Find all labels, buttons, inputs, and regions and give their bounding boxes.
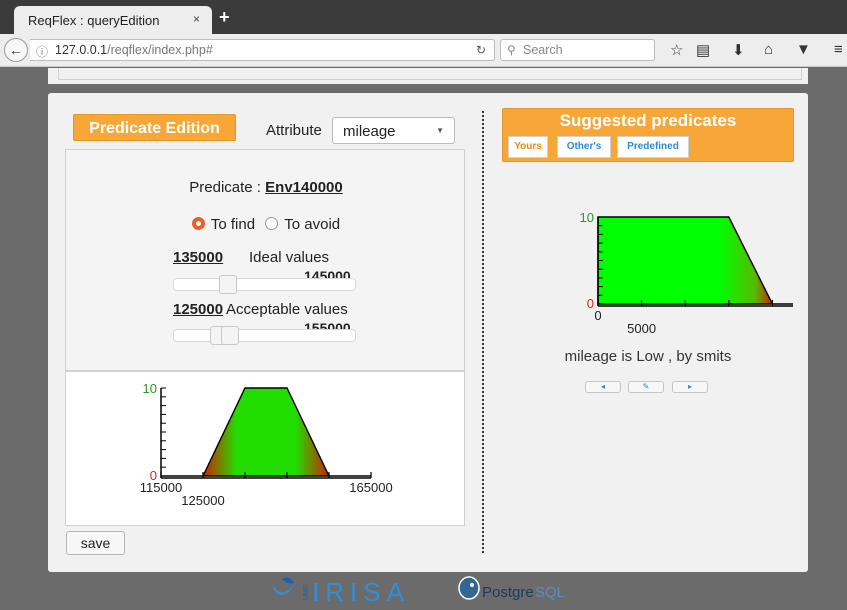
attribute-select[interactable]: mileage ▼ (332, 117, 455, 144)
tab-predefined[interactable]: Predefined (617, 136, 689, 158)
y-tick-label: 0 (587, 296, 594, 311)
back-arrow-icon[interactable]: ← (4, 38, 28, 62)
url-text: 127.0.0.1/reqflex/index.php# (55, 43, 213, 57)
bookmark-star-icon[interactable]: ☆ (670, 41, 683, 59)
chevron-down-icon: ▼ (436, 126, 444, 135)
umr-label: UMR (303, 584, 310, 600)
reading-list-icon[interactable]: ▤ (696, 41, 710, 59)
reload-icon[interactable]: ↻ (476, 43, 486, 57)
close-tab-icon[interactable]: × (193, 12, 200, 26)
postgres-label-a: Postgre (482, 584, 534, 601)
postgres-label-b: SQL (535, 584, 565, 601)
predicate-edition-title: Predicate Edition (73, 114, 236, 141)
to-find-label: To find (210, 216, 256, 233)
y-tick-label: 10 (143, 381, 157, 396)
predicate-chart-box: 10 0 115000 125000 165000 (65, 371, 465, 526)
attribute-label: Attribute (266, 122, 322, 139)
predicate-editor-box: Predicate : Env140000 To find To avoid 1… (65, 149, 465, 371)
menu-icon[interactable]: ≡ (834, 41, 843, 58)
search-icon: ⚲ (507, 43, 516, 57)
navigation-toolbar: ← ⓘ 127.0.0.1/reqflex/index.php# ↻ ⚲ Sea… (0, 34, 847, 67)
tab-others[interactable]: Other's (557, 136, 611, 158)
pocket-icon[interactable]: ▼ (796, 41, 811, 58)
ideal-values-label: Ideal values (249, 249, 330, 266)
predicate-membership-chart: 100115000125000165000 (140, 381, 393, 508)
predicate-name[interactable]: Env140000 (265, 179, 343, 196)
x-tick-label: 5000 (627, 321, 656, 336)
acceptable-low-value[interactable]: 125000 (173, 301, 223, 318)
predicate-label: Predicate : (189, 179, 261, 196)
find-avoid-options: To find To avoid (66, 216, 466, 233)
search-input[interactable]: ⚲ Search (500, 39, 655, 61)
ideal-low-value[interactable]: 135000 (173, 249, 223, 266)
predicate-line: Predicate : Env140000 (66, 179, 466, 196)
irisa-label: IRISA (312, 577, 408, 607)
to-avoid-label: To avoid (284, 216, 341, 233)
to-avoid-radio[interactable] (265, 217, 279, 230)
url-bar[interactable]: ⓘ 127.0.0.1/reqflex/index.php# ↻ (30, 39, 495, 61)
to-find-radio[interactable] (191, 217, 205, 230)
tab-yours[interactable]: Yours (508, 136, 548, 158)
membership-area (161, 387, 371, 477)
search-placeholder: Search (523, 43, 563, 57)
tab-title: ReqFlex : queryEdition (28, 13, 160, 28)
suggested-predicates-header: Suggested predicates Yours Other's Prede… (502, 108, 794, 162)
membership-area (597, 216, 793, 305)
home-icon[interactable]: ⌂ (764, 41, 773, 58)
acceptable-slider-handle-high[interactable] (221, 326, 239, 345)
x-tick-label: 125000 (181, 493, 224, 508)
info-icon[interactable]: ⓘ (36, 43, 48, 60)
previous-suggestion-button[interactable]: ◂ (585, 381, 621, 393)
y-tick-label: 10 (580, 210, 594, 225)
x-tick-label: 115000 (140, 480, 182, 495)
save-button[interactable]: save (66, 531, 125, 555)
acceptable-values-label: Acceptable values (226, 301, 348, 318)
browser-tab[interactable]: ReqFlex : queryEdition × (14, 6, 212, 34)
x-tick-label: 165000 (349, 480, 392, 495)
ideal-range-slider[interactable] (173, 275, 356, 294)
irisa-logo: UMR IRISA (272, 577, 408, 607)
new-tab-button[interactable]: + (219, 7, 230, 28)
next-suggestion-button[interactable]: ▸ (672, 381, 708, 393)
postgresql-logo: Postgre SQL (458, 576, 565, 601)
acceptable-range-slider[interactable] (173, 326, 356, 345)
browser-tab-strip: ReqFlex : queryEdition × + (0, 0, 847, 34)
suggested-predicate-chart[interactable]: 1000500025000 (503, 196, 793, 356)
suggested-predicate-caption: mileage is Low , by smits (564, 348, 732, 365)
column-divider (482, 111, 484, 553)
main-panel: Predicate Edition Attribute mileage ▼ Pr… (48, 93, 808, 572)
download-icon[interactable]: ⬇ (732, 41, 745, 59)
attribute-value: mileage (343, 123, 396, 140)
ideal-slider-handle[interactable] (219, 275, 237, 294)
top-panel-inner (58, 68, 802, 80)
top-panel-strip (48, 68, 808, 84)
edit-suggestion-button[interactable]: ✎ (628, 381, 664, 393)
suggested-predicates-title: Suggested predicates (559, 111, 737, 130)
x-tick-label: 0 (594, 308, 601, 323)
